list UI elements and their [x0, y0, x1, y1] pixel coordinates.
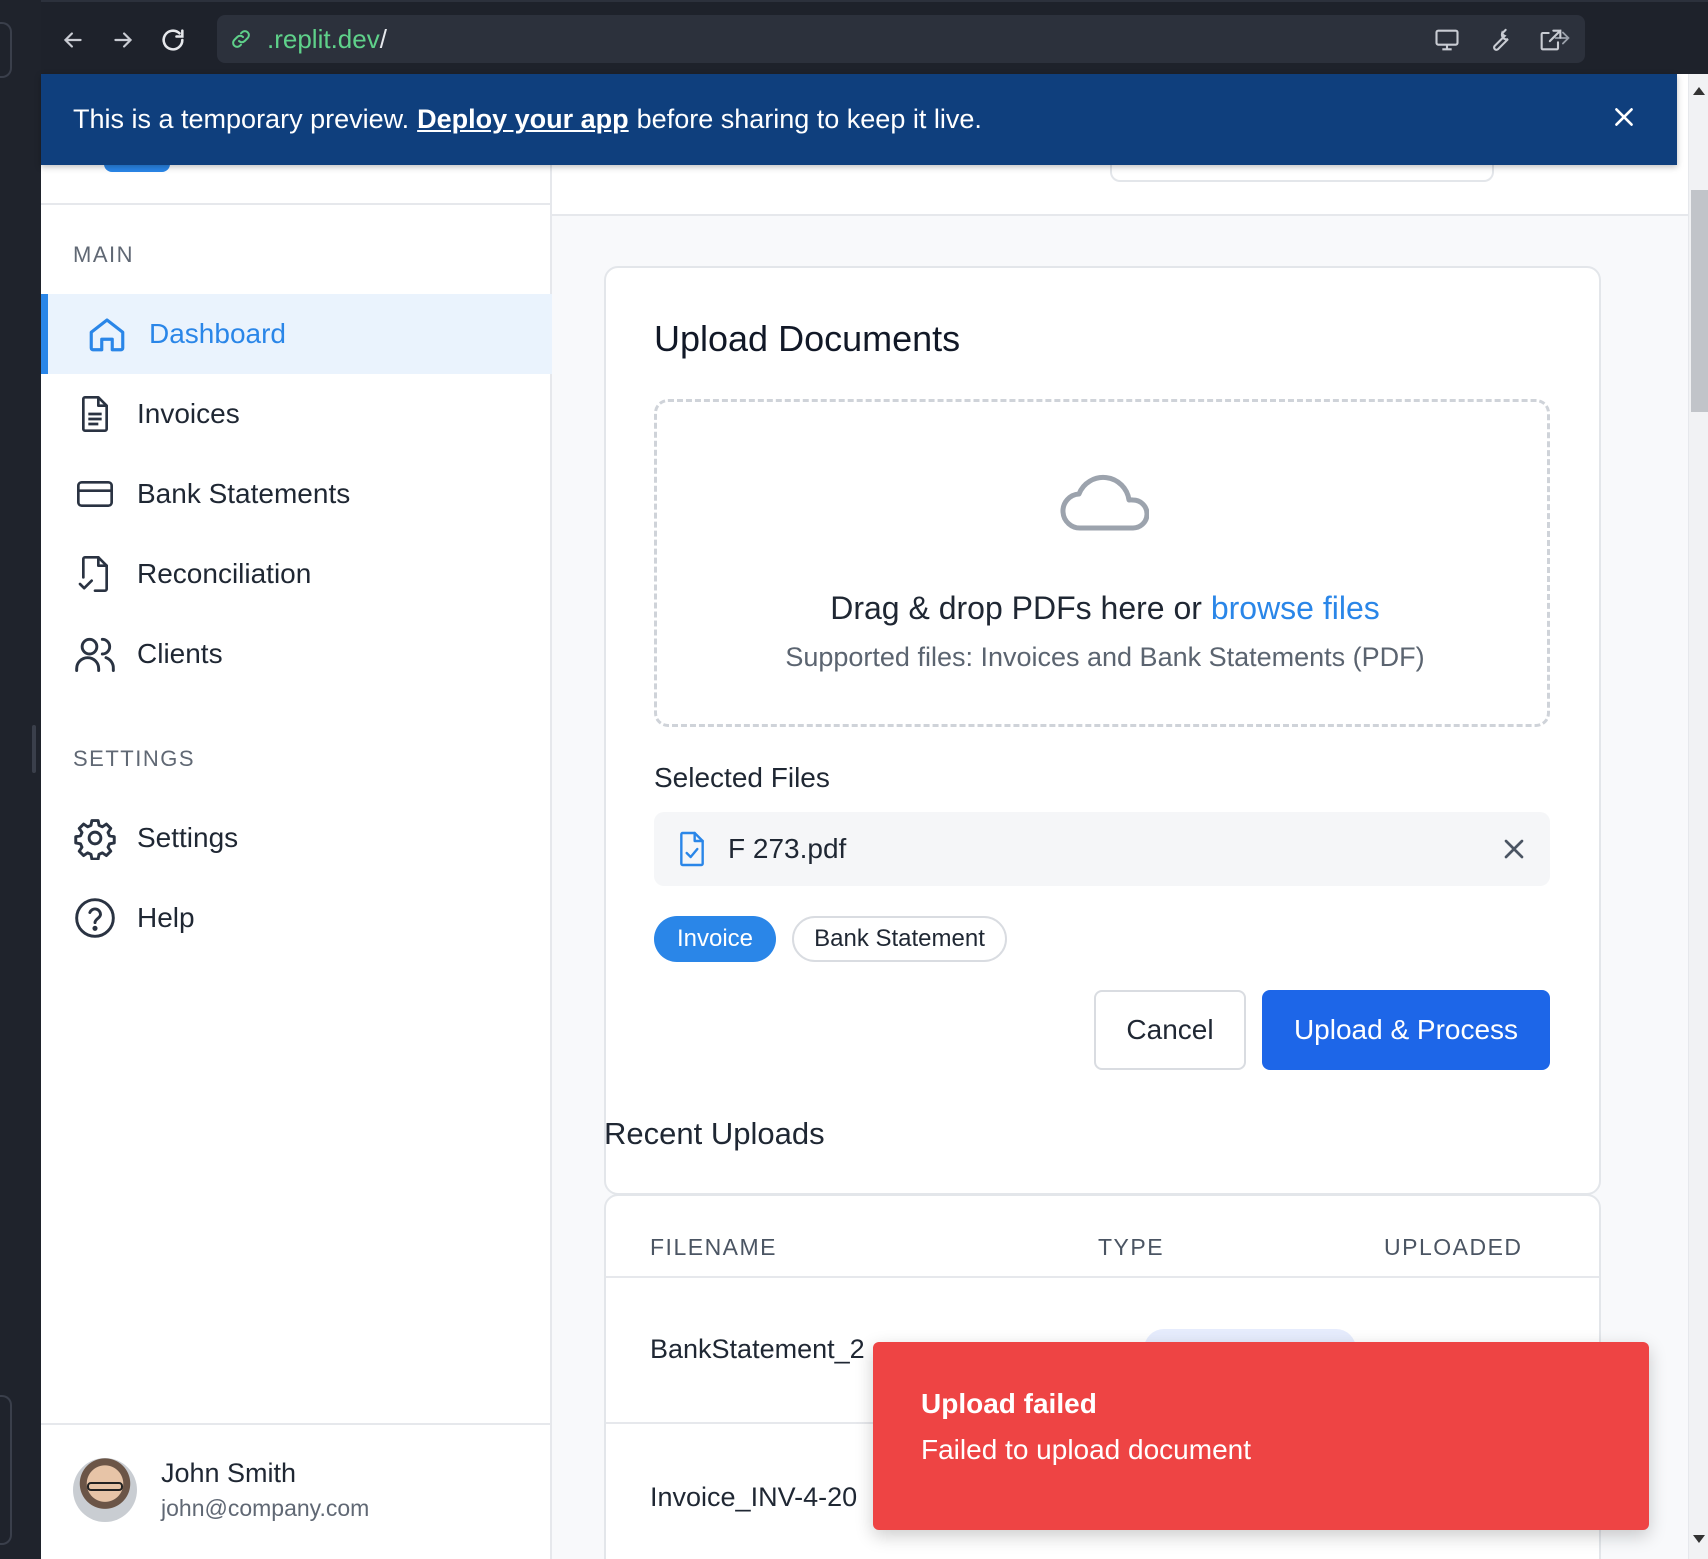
banner-text: This is a temporary preview. [73, 104, 410, 134]
table-cell-filename[interactable]: Invoice_INV-4-20 [650, 1482, 857, 1513]
recent-uploads-title: Recent Uploads [604, 1116, 825, 1151]
document-icon [73, 392, 117, 436]
user-name: John Smith [161, 1458, 297, 1488]
forward-arrow-icon[interactable] [105, 22, 141, 58]
edge-tab [0, 1395, 12, 1545]
scroll-down-arrow-icon[interactable] [1692, 1534, 1706, 1544]
sidebar-item-label: Dashboard [149, 318, 286, 349]
preview-banner: This is a temporary preview. Deploy your… [41, 74, 1677, 165]
close-icon[interactable] [1611, 104, 1637, 130]
user-profile[interactable]: John Smith john@company.com [73, 1458, 369, 1522]
window-edge [0, 0, 41, 1559]
upload-card: Upload Documents Drag & drop PDFs here o… [604, 266, 1601, 1195]
supported-files-hint: Supported files: Invoices and Bank State… [785, 642, 1425, 672]
sidebar-item-dashboard[interactable]: Dashboard [41, 294, 552, 374]
column-header-type[interactable]: TYPE [1098, 1234, 1164, 1261]
toast-title: Upload failed [921, 1388, 1097, 1419]
sidebar-item-bank-statements[interactable]: Bank Statements [41, 454, 552, 534]
address-bar[interactable]: .replit.dev / [217, 15, 1585, 63]
external-link-icon[interactable] [1533, 22, 1569, 58]
error-toast[interactable]: Upload failed Failed to upload document [873, 1342, 1649, 1530]
sidebar-item-label: Clients [137, 638, 223, 669]
user-email: john@company.com [161, 1495, 370, 1521]
file-check-icon [676, 830, 708, 868]
users-icon [73, 632, 117, 676]
scrollbar-thumb[interactable] [1691, 190, 1708, 412]
divider [41, 203, 552, 205]
upload-process-button[interactable]: Upload & Process [1262, 990, 1550, 1070]
sidebar: MAIN Dashboard Invoices Bank Statements … [41, 74, 552, 1559]
divider [41, 1423, 552, 1425]
column-header-uploaded[interactable]: UPLOADED [1384, 1234, 1523, 1261]
back-arrow-icon[interactable] [55, 22, 91, 58]
sidebar-item-label: Reconciliation [137, 558, 312, 589]
avatar [73, 1458, 137, 1522]
file-name: F 273.pdf [728, 833, 847, 864]
home-icon [85, 312, 129, 356]
url-path: / [379, 23, 387, 54]
url-host: .replit.dev [267, 23, 380, 54]
app-viewport: MAIN Dashboard Invoices Bank Statements … [41, 74, 1708, 1559]
sidebar-item-label: Bank Statements [137, 478, 351, 509]
edge-tab [0, 22, 12, 78]
sidebar-item-settings[interactable]: Settings [41, 798, 552, 878]
reload-icon[interactable] [155, 22, 191, 58]
type-chip-bank-statement[interactable]: Bank Statement [792, 916, 1007, 962]
upload-title: Upload Documents [654, 318, 961, 359]
main-content: Upload Documents Drag & drop PDFs here o… [552, 74, 1688, 1559]
drop-instructions: Drag & drop PDFs here or browse files [830, 590, 1380, 626]
document-check-icon [73, 552, 117, 596]
table-cell-filename[interactable]: BankStatement_2 [650, 1334, 865, 1365]
sidebar-item-invoices[interactable]: Invoices [41, 374, 552, 454]
sidebar-item-label: Help [137, 902, 195, 933]
sidebar-item-reconciliation[interactable]: Reconciliation [41, 534, 552, 614]
resize-grip[interactable] [32, 725, 36, 773]
credit-card-icon [73, 472, 117, 516]
column-header-filename[interactable]: FILENAME [650, 1234, 777, 1261]
browser-toolbar: .replit.dev / [41, 0, 1708, 74]
sidebar-item-label: Settings [137, 822, 239, 853]
type-chip-invoice[interactable]: Invoice [654, 916, 776, 962]
monitor-icon[interactable] [1429, 22, 1465, 58]
sidebar-item-clients[interactable]: Clients [41, 614, 552, 694]
banner-text-after: before sharing to keep it live. [636, 104, 982, 134]
sidebar-item-label: Invoices [137, 398, 240, 429]
section-label-main: MAIN [73, 242, 134, 267]
selected-file-item: F 273.pdf [654, 812, 1550, 886]
scroll-up-arrow-icon[interactable] [1692, 86, 1706, 96]
cloud-icon [1059, 468, 1149, 534]
drop-zone[interactable]: Drag & drop PDFs here or browse files Su… [654, 399, 1550, 727]
remove-file-close-icon[interactable] [1498, 833, 1530, 865]
sidebar-item-help[interactable]: Help [41, 878, 552, 958]
help-circle-icon [73, 896, 117, 940]
gear-icon [73, 816, 117, 860]
section-label-settings: SETTINGS [73, 746, 196, 771]
cancel-button[interactable]: Cancel [1094, 990, 1246, 1070]
wrench-icon[interactable] [1481, 22, 1517, 58]
selected-files-label: Selected Files [654, 762, 830, 793]
browse-files-link[interactable]: browse files [1211, 590, 1380, 626]
toast-message: Failed to upload document [921, 1434, 1251, 1465]
scrollbar[interactable] [1688, 74, 1708, 1559]
link-icon [229, 27, 253, 51]
deploy-link[interactable]: Deploy your app [417, 104, 629, 135]
divider [606, 1276, 1599, 1278]
